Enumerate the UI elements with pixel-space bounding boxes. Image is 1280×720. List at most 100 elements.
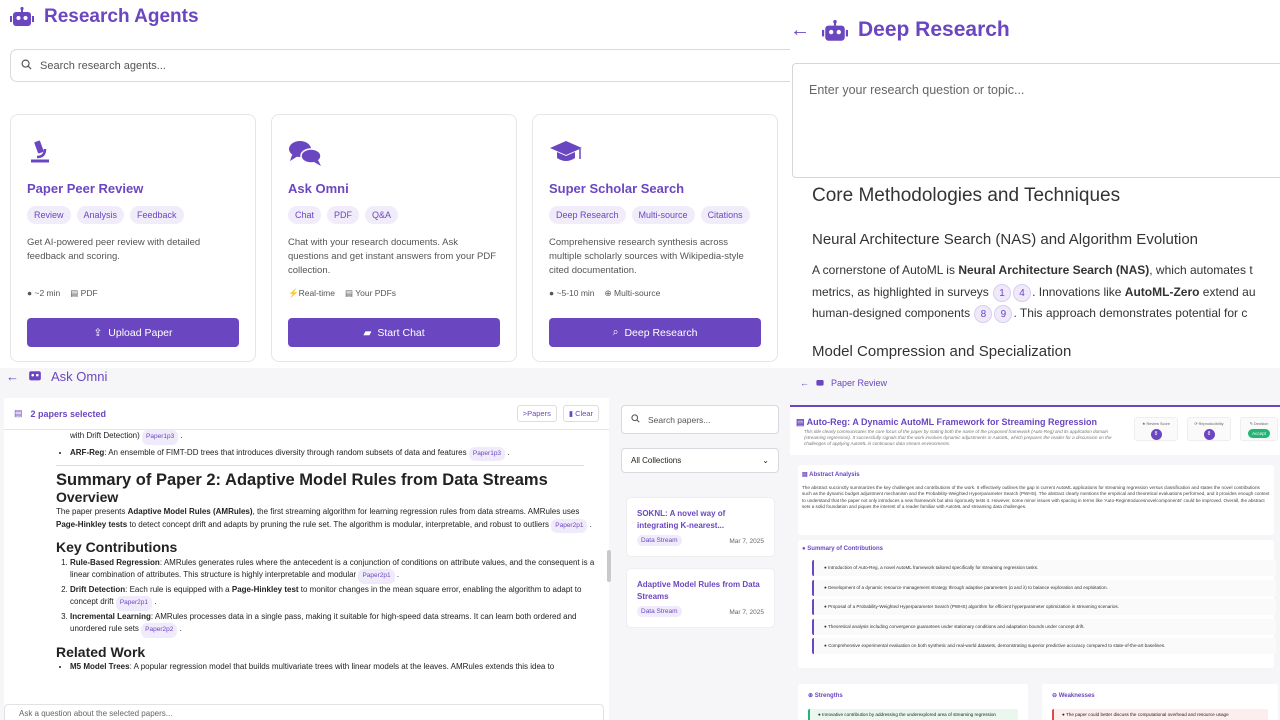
strength-item: ● Innovative contribution by addressing … [808, 709, 1018, 720]
tag: Citations [700, 206, 750, 224]
tag: Chat [288, 206, 322, 224]
citation-badge[interactable]: 9 [994, 305, 1013, 323]
collection-select[interactable]: All Collections ⌄ [621, 448, 779, 473]
paper-badge: Data Stream [637, 606, 682, 617]
card-description: Chat with your research documents. Ask q… [288, 237, 497, 276]
citation-badge[interactable]: 4 [1013, 283, 1032, 302]
reproducibility-score: ⟳ Reproducibility 8 [1187, 417, 1231, 441]
review-score: ★ Review Score 8 [1134, 417, 1178, 441]
deep-research-button[interactable]: ⌕ Deep Research [549, 318, 761, 347]
overview-heading: Overview [56, 488, 119, 505]
citation-badge[interactable]: 1 [993, 283, 1012, 302]
weakness-item: ● The paper could better discuss the com… [1052, 709, 1268, 720]
selected-count: 2 papers selected [30, 408, 107, 419]
contribution-item: ● Introduction of Auto-Reg, a novel Auto… [812, 560, 1276, 576]
chevron-down-icon: ⌄ [762, 456, 769, 465]
back-arrow-icon[interactable]: ← [790, 19, 810, 42]
microscope-icon [27, 139, 53, 170]
scrollbar[interactable] [607, 550, 611, 582]
clear-button[interactable]: ▮ Clear [562, 405, 599, 422]
robot-icon [822, 20, 848, 41]
card-description: Comprehensive research synthesis across … [549, 237, 744, 276]
page-title: Paper Review [831, 378, 888, 388]
robot-icon [27, 368, 43, 384]
robot-icon [10, 7, 34, 27]
agent-card-peer-review[interactable]: Paper Peer Review Review Analysis Feedba… [10, 114, 256, 362]
tag: Feedback [130, 206, 184, 224]
globe-meta: ⊕ Multi-source [604, 288, 661, 298]
paper-search-input[interactable]: Search papers... [621, 405, 779, 434]
subsection-heading: Neural Architecture Search (NAS) and Alg… [812, 231, 1199, 248]
review-header-card: ▤ Auto-Reg: A Dynamic AutoML Framework f… [790, 405, 1280, 455]
paper-citation[interactable]: Paper2p1 [358, 569, 395, 584]
agent-card-super-scholar[interactable]: Super Scholar Search Deep Research Multi… [532, 114, 778, 362]
weaknesses-panel: ⊖ Weaknesses ● The paper could better di… [1042, 684, 1278, 720]
file-meta: ▤ PDF [70, 288, 98, 298]
selection-bar: ▤ 2 papers selected >Papers ▮ Clear [4, 398, 609, 430]
card-title: Ask Omni [288, 181, 349, 196]
paper-review-header: ← Paper Review [800, 378, 887, 388]
card-description: Get AI-powered peer review with detailed… [27, 237, 201, 262]
ask-omni-header: ← Ask Omni [6, 368, 107, 384]
paper-citation[interactable]: Paper2p1 [115, 596, 153, 611]
contribution-item: ● Comprehensive experimental evaluation … [812, 638, 1276, 654]
citation-badge[interactable]: 8 [974, 305, 993, 323]
search-icon [631, 414, 640, 425]
paper-citation[interactable]: Paper1p3 [142, 430, 179, 445]
title-comment: This title clearly communicates the core… [804, 429, 1112, 446]
paper-citation[interactable]: Paper2p1 [551, 518, 588, 533]
back-arrow-icon[interactable]: ← [800, 378, 809, 388]
paper-review-panel: ← Paper Review ▤ Auto-Reg: A Dynamic Aut… [790, 368, 1280, 720]
chat-icon: ▰ [363, 326, 372, 339]
tag: Deep Research [549, 206, 626, 224]
deep-research-panel: ← Deep Research Enter your research ques… [790, 0, 1280, 368]
paper-date: Mar 7, 2025 [729, 538, 764, 545]
paper-citation[interactable]: Paper2p2 [141, 623, 178, 638]
papers-icon: ▤ [14, 408, 23, 418]
paper-card[interactable]: SOKNL: A novel way of integrating K-near… [626, 497, 775, 557]
paper-title: ▤ Auto-Reg: A Dynamic AutoML Framework f… [796, 417, 1098, 427]
page-title: Deep Research [858, 18, 1010, 41]
card-title: Paper Peer Review [27, 181, 144, 196]
paper-citation[interactable]: Paper1p3 [468, 446, 506, 461]
decision-badge: ✎ Decision Accept [1240, 417, 1278, 441]
bolt-meta: ⚡Real-time [288, 288, 335, 298]
strengths-panel: ⊕ Strengths ● Innovative contribution by… [798, 684, 1028, 720]
upload-paper-button[interactable]: ⇪ Upload Paper [27, 318, 239, 347]
agent-card-ask-omni[interactable]: Ask Omni Chat PDF Q&A Chat with your res… [271, 114, 517, 362]
page-title: Ask Omni [51, 368, 108, 384]
tag: PDF [327, 206, 360, 224]
chat-bubbles-icon [288, 139, 322, 172]
start-chat-button[interactable]: ▰ Start Chat [288, 318, 500, 347]
clock-meta: ● ~5-10 min [549, 288, 595, 298]
paper-card[interactable]: Adaptive Model Rules from Data Streams D… [626, 568, 775, 628]
file-meta: ▤ Your PDFs [344, 288, 397, 298]
search-icon: ⌕ [612, 326, 619, 338]
search-icon [21, 59, 32, 73]
summary-heading: Summary of Paper 2: Adaptive Model Rules… [56, 471, 548, 489]
contributions-heading: Key Contributions [56, 539, 178, 555]
paper-badge: Data Stream [637, 535, 682, 546]
agent-search-input[interactable]: Search research agents... [10, 49, 810, 82]
graduation-cap-icon [549, 139, 583, 170]
research-question-input[interactable]: Enter your research question or topic... [792, 63, 1280, 178]
search-placeholder: Search research agents... [40, 59, 166, 72]
tag: Review [27, 206, 71, 224]
papers-button[interactable]: >Papers [516, 405, 557, 422]
contributions-panel: ● Summary of Contributions ● Introductio… [798, 540, 1276, 668]
tag: Multi-source [631, 206, 695, 224]
research-paragraph: A cornerstone of AutoML is Neural Archit… [812, 260, 1280, 325]
subsection-heading: Model Compression and Specialization [812, 343, 1072, 360]
upload-icon: ⇪ [93, 326, 103, 339]
paper-date: Mar 7, 2025 [729, 609, 764, 616]
back-arrow-icon[interactable]: ← [6, 369, 19, 384]
app-header: Research Agents [10, 6, 199, 28]
ask-omni-panel: ← Ask Omni ▤ 2 papers selected >Papers ▮… [0, 368, 790, 720]
app-title: Research Agents [44, 6, 199, 27]
contribution-item: ● Proposal of a Probability-Weighted Hyp… [812, 599, 1276, 615]
chat-input[interactable]: Ask a question about the selected papers… [4, 704, 604, 720]
chat-response: with Drift Detection) Paper1p3 . ARF-Reg… [4, 430, 609, 720]
deep-research-header: ← Deep Research [790, 18, 1010, 42]
card-title: Super Scholar Search [549, 181, 685, 196]
related-work-heading: Related Work [56, 643, 146, 660]
